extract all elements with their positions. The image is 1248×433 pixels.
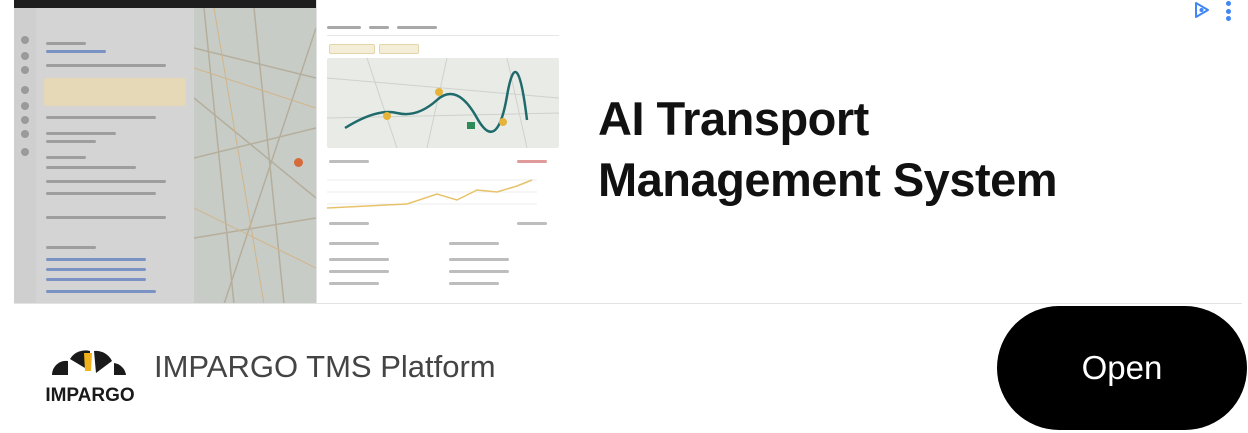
adchoices-icon[interactable] — [1192, 0, 1212, 20]
screenshot-route-panel — [316, 0, 568, 303]
display-ad[interactable]: AI Transport Management System IMPARGO I… — [0, 0, 1248, 433]
screenshot-topbar — [14, 0, 316, 8]
product-screenshot — [14, 0, 568, 303]
ad-footer[interactable]: IMPARGO IMPARGO TMS Platform Open — [14, 305, 1247, 433]
headline-line-2: Management System — [598, 153, 1058, 206]
ad-creative[interactable]: AI Transport Management System — [14, 0, 1242, 304]
advertiser-logo[interactable]: IMPARGO — [38, 337, 142, 407]
screenshot-fleet-panel — [14, 0, 317, 303]
screenshot-speed-chart — [326, 170, 559, 212]
screenshot-route-map — [327, 58, 559, 148]
ad-headline[interactable]: AI Transport Management System — [598, 88, 1198, 210]
open-button[interactable]: Open — [997, 306, 1247, 430]
kebab-menu-icon[interactable] — [1222, 0, 1236, 22]
headline-line-1: AI Transport — [598, 92, 869, 145]
logo-wordmark: IMPARGO — [45, 385, 134, 406]
screenshot-nav-rail — [14, 8, 36, 303]
screenshot-map — [193, 7, 317, 303]
map-pin-icon — [294, 158, 303, 167]
screenshot-driver-panel — [36, 8, 194, 303]
advertiser-name[interactable]: IMPARGO TMS Platform — [154, 349, 496, 385]
